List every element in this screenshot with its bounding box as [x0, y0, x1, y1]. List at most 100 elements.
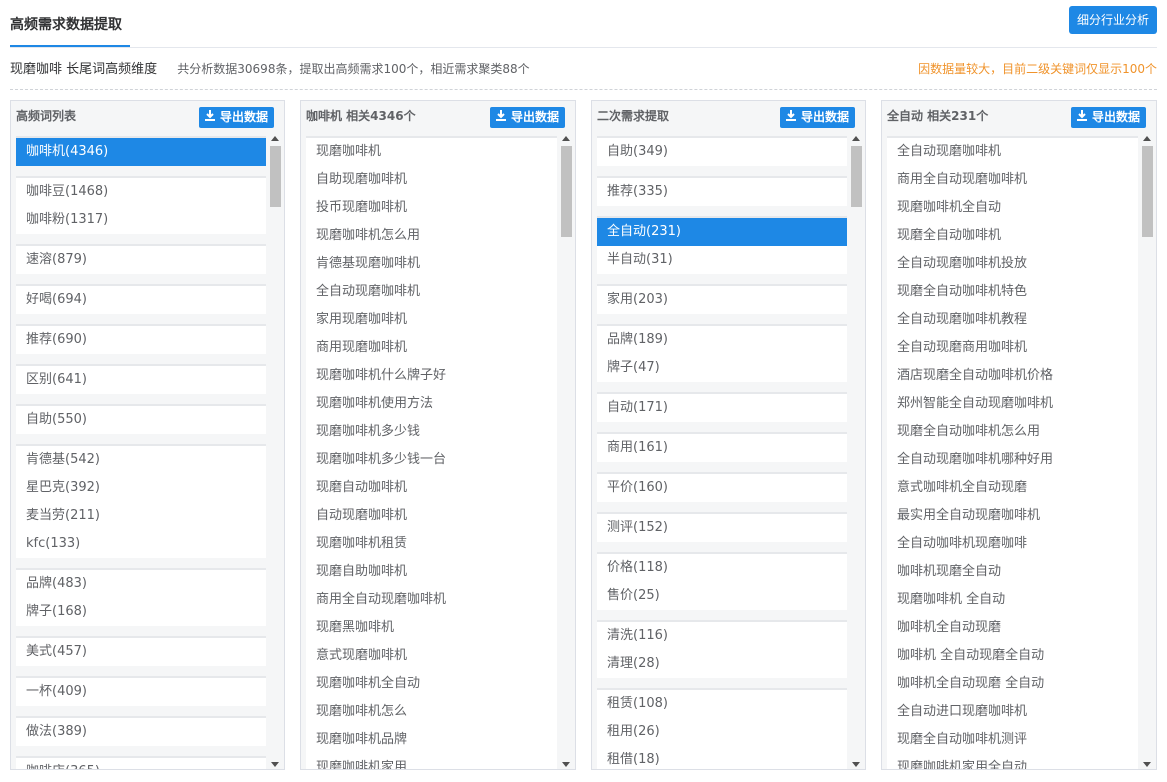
list-item[interactable]: 租用(26) — [597, 718, 847, 746]
list-item[interactable]: 自助现磨咖啡机 — [306, 166, 557, 194]
scrollbar[interactable] — [561, 136, 572, 767]
list-item[interactable]: 租借(18) — [597, 746, 847, 769]
list-item[interactable]: 咖啡豆(1468) — [16, 178, 266, 206]
list-item[interactable]: 好喝(694) — [16, 286, 266, 314]
industry-analysis-button[interactable]: 细分行业分析 — [1068, 6, 1157, 34]
list-item[interactable]: 家用现磨咖啡机 — [306, 306, 557, 334]
list-item[interactable]: 清理(28) — [597, 650, 847, 678]
list-item[interactable]: 全自动(231) — [597, 218, 847, 246]
list-item[interactable]: 意式咖啡机全自动现磨 — [887, 474, 1138, 502]
scroll-down-icon[interactable] — [1143, 762, 1151, 767]
scroll-up-icon[interactable] — [1143, 136, 1151, 141]
list-item[interactable]: 咖啡机(4346) — [16, 138, 266, 166]
list-item[interactable]: 咖啡机现磨全自动 — [887, 558, 1138, 586]
list-item[interactable]: 自动现磨咖啡机 — [306, 502, 557, 530]
list-item[interactable]: 速溶(879) — [16, 246, 266, 274]
list-item[interactable]: 咖啡机全自动现磨 — [887, 614, 1138, 642]
list-item[interactable]: 全自动现磨咖啡机 — [887, 138, 1138, 166]
scroll-down-icon[interactable] — [271, 762, 279, 767]
scroll-up-icon[interactable] — [562, 136, 570, 141]
list-item[interactable]: 现磨咖啡机什么牌子好 — [306, 362, 557, 390]
list-item[interactable]: 半自动(31) — [597, 246, 847, 274]
list-item[interactable]: 咖啡粉(1317) — [16, 206, 266, 234]
scroll-thumb[interactable] — [1142, 146, 1153, 237]
list-item[interactable]: 现磨咖啡机全自动 — [306, 670, 557, 698]
list-item[interactable]: 清洗(116) — [597, 622, 847, 650]
list-item[interactable]: 商用全自动现磨咖啡机 — [887, 166, 1138, 194]
list-item[interactable]: 郑州智能全自动现磨咖啡机 — [887, 390, 1138, 418]
list-item[interactable]: 自助(550) — [16, 406, 266, 434]
list-item[interactable]: 商用全自动现磨咖啡机 — [306, 586, 557, 614]
list-item[interactable]: 售价(25) — [597, 582, 847, 610]
list-item[interactable]: 肯德基(542) — [16, 446, 266, 474]
scroll-thumb[interactable] — [851, 146, 862, 207]
scrollbar[interactable] — [1142, 136, 1153, 767]
list-item[interactable]: 全自动现磨咖啡机哪种好用 — [887, 446, 1138, 474]
list-item[interactable]: 现磨全自动咖啡机测评 — [887, 726, 1138, 754]
list-item[interactable]: 意式现磨咖啡机 — [306, 642, 557, 670]
list-item[interactable]: 酒店现磨全自动咖啡机价格 — [887, 362, 1138, 390]
scroll-thumb[interactable] — [561, 146, 572, 237]
list-item[interactable]: 牌子(47) — [597, 354, 847, 382]
list-item[interactable]: 现磨自动咖啡机 — [306, 474, 557, 502]
list-item[interactable]: 自助(349) — [597, 138, 847, 166]
list-item[interactable]: 现磨咖啡机家用 — [306, 754, 557, 769]
list-item[interactable]: 现磨全自动咖啡机怎么用 — [887, 418, 1138, 446]
list-item[interactable]: 现磨咖啡机怎么用 — [306, 222, 557, 250]
list-item[interactable]: 全自动现磨咖啡机 — [306, 278, 557, 306]
list-item[interactable]: 商用现磨咖啡机 — [306, 334, 557, 362]
export-button[interactable]: 导出数据 — [489, 107, 565, 128]
list-item[interactable]: 自动(171) — [597, 394, 847, 422]
list-item[interactable]: 现磨咖啡机家用全自动 — [887, 754, 1138, 769]
scroll-thumb[interactable] — [270, 146, 281, 207]
list-item[interactable]: 商用(161) — [597, 434, 847, 462]
list-item[interactable]: 现磨咖啡机使用方法 — [306, 390, 557, 418]
scroll-up-icon[interactable] — [271, 136, 279, 141]
list-item[interactable]: 现磨全自动咖啡机 — [887, 222, 1138, 250]
list-item[interactable]: 星巴克(392) — [16, 474, 266, 502]
list-item[interactable]: 美式(457) — [16, 638, 266, 666]
list-item[interactable]: 全自动现磨咖啡机教程 — [887, 306, 1138, 334]
scrollbar[interactable] — [851, 136, 862, 767]
list-item[interactable]: 现磨黑咖啡机 — [306, 614, 557, 642]
list-item[interactable]: 现磨自助咖啡机 — [306, 558, 557, 586]
list-item[interactable]: 做法(389) — [16, 718, 266, 746]
list-item[interactable]: 测评(152) — [597, 514, 847, 542]
list-item[interactable]: 投币现磨咖啡机 — [306, 194, 557, 222]
list-item[interactable]: 区别(641) — [16, 366, 266, 394]
list-item[interactable]: 推荐(335) — [597, 178, 847, 206]
list-item[interactable]: 价格(118) — [597, 554, 847, 582]
export-button[interactable]: 导出数据 — [779, 107, 855, 128]
list-item[interactable]: 一杯(409) — [16, 678, 266, 706]
list-item[interactable]: 全自动进口现磨咖啡机 — [887, 698, 1138, 726]
scroll-up-icon[interactable] — [852, 136, 860, 141]
list-item[interactable]: 现磨咖啡机 全自动 — [887, 586, 1138, 614]
list-item[interactable]: 品牌(189) — [597, 326, 847, 354]
scroll-down-icon[interactable] — [562, 762, 570, 767]
list-item[interactable]: 租赁(108) — [597, 690, 847, 718]
list-item[interactable]: 品牌(483) — [16, 570, 266, 598]
list-item[interactable]: 现磨咖啡机全自动 — [887, 194, 1138, 222]
list-item[interactable]: kfc(133) — [16, 530, 266, 558]
list-item[interactable]: 现磨咖啡机品牌 — [306, 726, 557, 754]
scrollbar[interactable] — [270, 136, 281, 767]
export-button[interactable]: 导出数据 — [198, 107, 274, 128]
list-item[interactable]: 牌子(168) — [16, 598, 266, 626]
list-item[interactable]: 咖啡店(365) — [16, 758, 266, 769]
list-item[interactable]: 家用(203) — [597, 286, 847, 314]
export-button[interactable]: 导出数据 — [1070, 107, 1146, 128]
scroll-down-icon[interactable] — [852, 762, 860, 767]
list-item[interactable]: 现磨咖啡机租赁 — [306, 530, 557, 558]
list-item[interactable]: 现磨全自动咖啡机特色 — [887, 278, 1138, 306]
list-item[interactable]: 平价(160) — [597, 474, 847, 502]
list-item[interactable]: 麦当劳(211) — [16, 502, 266, 530]
list-item[interactable]: 全自动咖啡机现磨咖啡 — [887, 530, 1138, 558]
list-item[interactable]: 咖啡机 全自动现磨全自动 — [887, 642, 1138, 670]
list-item[interactable]: 现磨咖啡机怎么 — [306, 698, 557, 726]
list-item[interactable]: 现磨咖啡机多少钱 — [306, 418, 557, 446]
list-item[interactable]: 现磨咖啡机多少钱一台 — [306, 446, 557, 474]
list-item[interactable]: 推荐(690) — [16, 326, 266, 354]
list-item[interactable]: 肯德基现磨咖啡机 — [306, 250, 557, 278]
list-item[interactable]: 最实用全自动现磨咖啡机 — [887, 502, 1138, 530]
list-item[interactable]: 全自动现磨咖啡机投放 — [887, 250, 1138, 278]
